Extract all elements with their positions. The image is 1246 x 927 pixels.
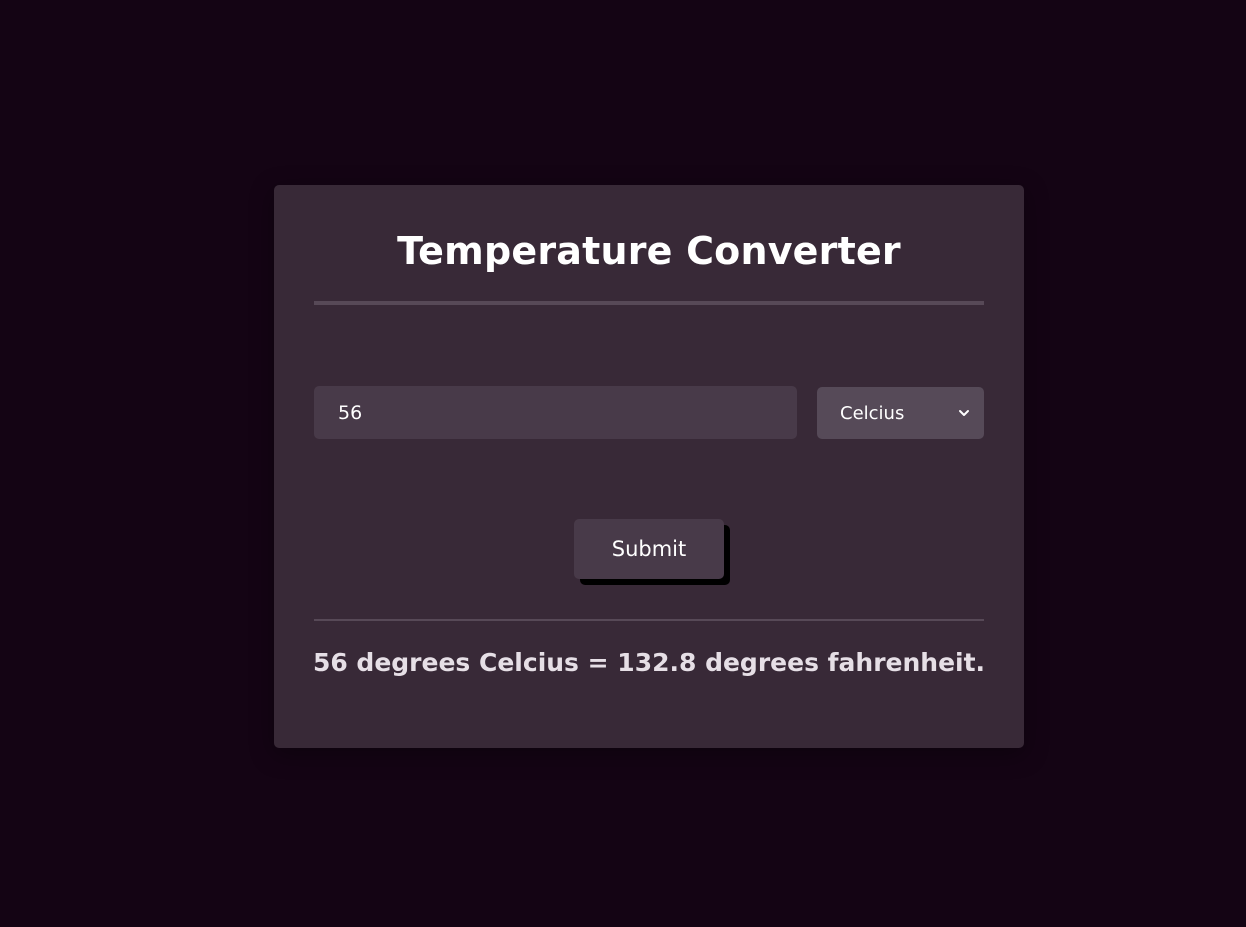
unit-select-value: Celcius [840, 402, 905, 424]
title-divider [314, 301, 984, 305]
result-divider [314, 619, 984, 621]
converter-card: Temperature Converter Celcius Submit 56 … [274, 185, 1024, 748]
temperature-input[interactable] [314, 386, 797, 439]
chevron-down-icon [958, 407, 970, 419]
conversion-result: 56 degrees Celcius = 132.8 degrees fahre… [312, 648, 986, 677]
submit-button[interactable]: Submit [574, 519, 724, 579]
page-title: Temperature Converter [397, 229, 901, 273]
unit-select[interactable]: Celcius [817, 387, 984, 439]
